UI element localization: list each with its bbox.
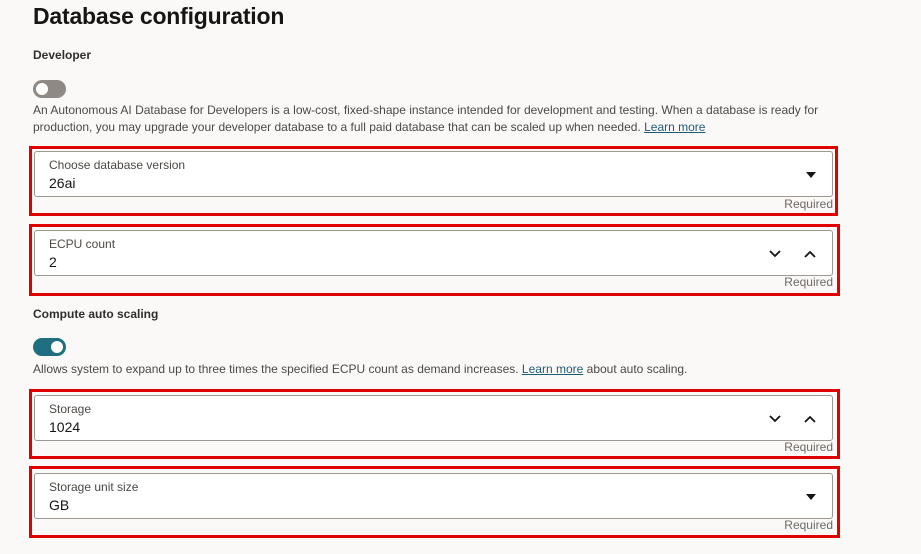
caret-down-icon[interactable]: [806, 172, 816, 178]
developer-toggle[interactable]: [33, 80, 66, 98]
storage-value: 1024: [49, 419, 81, 435]
toggle-knob: [51, 341, 63, 353]
chevron-up-icon[interactable]: [803, 414, 817, 424]
developer-label: Developer: [33, 48, 92, 62]
chevron-up-icon[interactable]: [803, 249, 817, 259]
db-version-select[interactable]: Choose database version 26ai: [34, 151, 833, 197]
storage-unit-required: Required: [784, 518, 833, 532]
database-configuration-panel: Database configuration Developer An Auto…: [0, 0, 921, 554]
storage-required: Required: [784, 440, 833, 454]
autoscaling-description-suffix: about auto scaling.: [586, 362, 688, 376]
ecpu-label: ECPU count: [49, 237, 116, 251]
storage-unit-select[interactable]: Storage unit size GB: [34, 473, 833, 519]
storage-stepper[interactable]: Storage 1024: [34, 395, 833, 441]
db-version-label: Choose database version: [49, 158, 186, 172]
chevron-down-icon[interactable]: [768, 414, 782, 424]
autoscaling-toggle[interactable]: [33, 338, 66, 356]
storage-unit-value: GB: [49, 497, 70, 513]
developer-learn-more-link[interactable]: Learn more: [644, 120, 705, 134]
ecpu-count-stepper[interactable]: ECPU count 2: [34, 230, 833, 276]
toggle-knob: [36, 83, 48, 95]
db-version-required: Required: [784, 197, 833, 211]
storage-unit-label: Storage unit size: [49, 480, 139, 494]
page-title: Database configuration: [33, 3, 285, 29]
autoscaling-description-text: Allows system to expand up to three time…: [33, 362, 519, 376]
autoscaling-learn-more-link[interactable]: Learn more: [522, 362, 583, 376]
storage-label: Storage: [49, 402, 92, 416]
chevron-down-icon[interactable]: [768, 249, 782, 259]
developer-description: An Autonomous AI Database for Developers…: [33, 102, 853, 136]
autoscaling-description: Allows system to expand up to three time…: [33, 361, 853, 378]
ecpu-value: 2: [49, 254, 57, 270]
autoscaling-label: Compute auto scaling: [33, 307, 159, 321]
caret-down-icon[interactable]: [806, 494, 816, 500]
ecpu-required: Required: [784, 275, 833, 289]
db-version-value: 26ai: [49, 175, 76, 191]
